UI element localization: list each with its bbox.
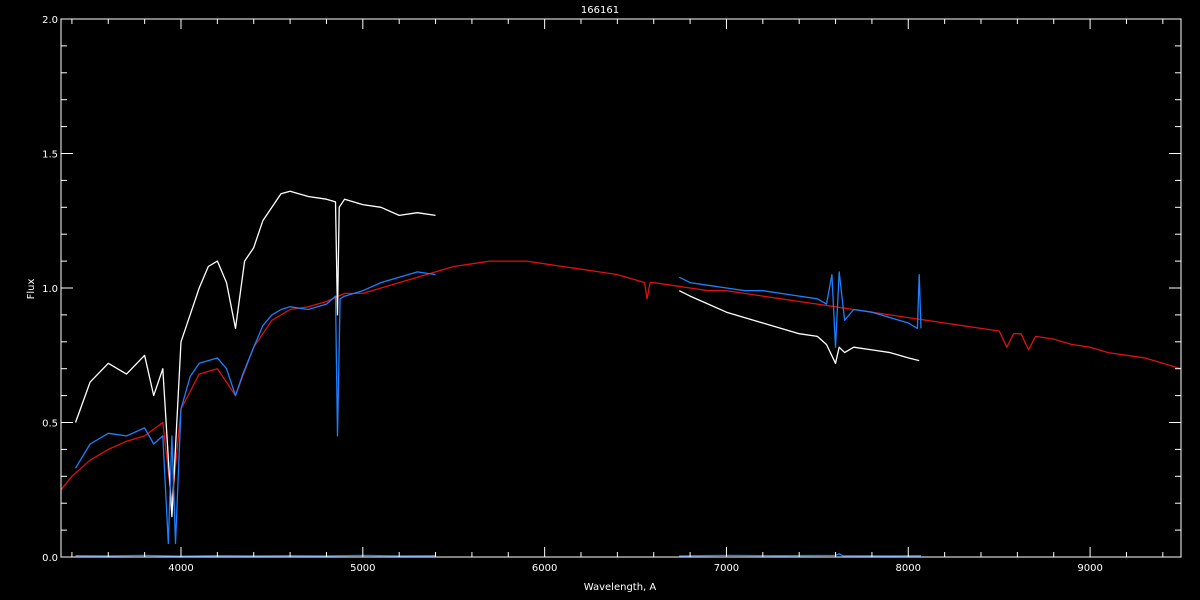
chart-background (0, 0, 1200, 600)
x-tick-label: 4000 (168, 563, 193, 574)
y-tick-label: 1.5 (42, 150, 58, 161)
spectrum-chart: 4000 5000 6000 7000 8000 90000.00.51.01.52.0 … (0, 0, 1200, 600)
y-tick-label: 0.5 (42, 419, 58, 430)
y-tick-label: 1.0 (42, 284, 58, 295)
x-tick-label: 5000 (350, 563, 375, 574)
x-tick-label: 6000 (532, 563, 557, 574)
x-tick-label: 7000 (714, 563, 739, 574)
y-tick-label: 0.0 (42, 553, 58, 564)
series-line-5 (75, 554, 436, 557)
x-tick-label: 9000 (1077, 563, 1102, 574)
y-axis-label: Flux (26, 279, 37, 300)
x-tick-label: 8000 (896, 563, 921, 574)
chart-title: 166161 (581, 5, 619, 16)
x-axis-label: Wavelength, A (584, 582, 657, 593)
y-tick-label: 2.0 (42, 15, 58, 26)
